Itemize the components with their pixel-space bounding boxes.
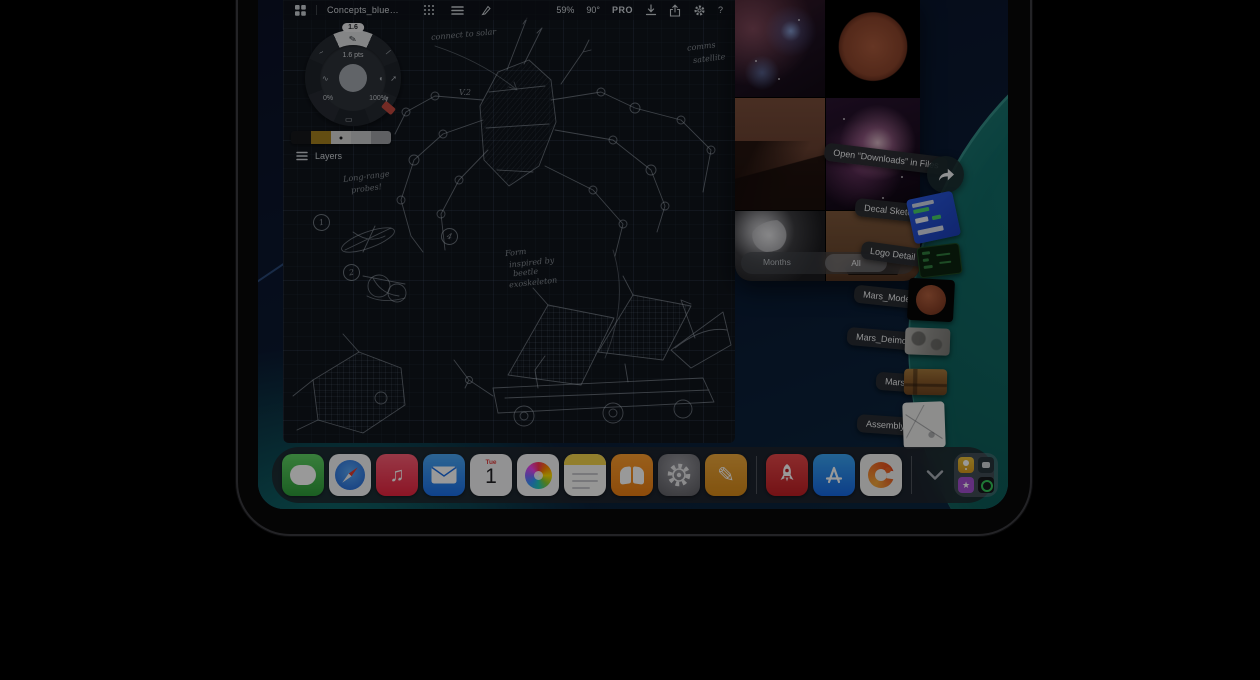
calendar-day: 1	[470, 465, 512, 489]
forward-share-button[interactable]	[927, 156, 964, 193]
drag-file-label[interactable]: Logo Detail	[860, 241, 925, 268]
app-store-a-icon	[823, 465, 845, 485]
dock-icon-rocket[interactable]	[766, 454, 808, 496]
envelope-icon	[431, 466, 457, 484]
mini-star-icon: ★	[958, 477, 974, 493]
drag-thumb-mars-deimos[interactable]	[905, 327, 951, 356]
dock-icon-safari[interactable]	[329, 454, 371, 496]
dock-icon-photos[interactable]	[517, 454, 559, 496]
page-background: connect to solar comms satellite V.2 Lon…	[0, 0, 1260, 680]
dock-icon-mail[interactable]	[423, 454, 465, 496]
dock-chevron-button[interactable]	[921, 454, 949, 496]
open-book-icon	[620, 467, 644, 484]
forward-arrow-icon	[937, 167, 955, 183]
music-note-icon: ♫	[376, 454, 418, 496]
dock-icon-messages[interactable]	[282, 454, 324, 496]
drag-thumb-mars-model[interactable]	[907, 278, 955, 322]
drag-thumb-assembly[interactable]	[902, 401, 946, 448]
dock-icon-books[interactable]	[611, 454, 653, 496]
dock-icon-calendar[interactable]: Tue 1	[470, 454, 512, 496]
dock-divider	[911, 456, 912, 494]
gear-icon	[665, 461, 693, 489]
dock-icon-drawing[interactable]: ✎	[705, 454, 747, 496]
photos-flower-icon	[525, 462, 552, 489]
dock-icon-music[interactable]: ♫	[376, 454, 418, 496]
dock-icon-app-store[interactable]	[813, 454, 855, 496]
orange-c-icon	[868, 462, 894, 488]
notes-header-band	[564, 454, 606, 465]
rocket-icon	[776, 463, 798, 487]
compass-icon	[335, 460, 365, 490]
drag-thumb-logo-detail[interactable]	[916, 242, 962, 278]
dock-icon-settings[interactable]	[658, 454, 700, 496]
drag-thumb-decal-sketches[interactable]	[906, 191, 961, 245]
mini-timer-icon	[978, 477, 994, 493]
mini-lightbulb-icon	[958, 457, 974, 473]
drag-thumb-mars[interactable]	[904, 369, 947, 396]
dock-icon-app-library[interactable]: ★	[954, 453, 998, 497]
dock-icon-creative[interactable]	[860, 454, 902, 496]
pen-icon: ✎	[705, 454, 747, 496]
ipad-screen: connect to solar comms satellite V.2 Lon…	[258, 0, 1008, 509]
drag-and-drop-layer: Open “Downloads” in Files Decal Sketches…	[258, 0, 1008, 509]
dock-icon-notes[interactable]	[564, 454, 606, 496]
chevron-down-icon	[926, 470, 944, 480]
dock: ♫ Tue 1	[272, 447, 994, 503]
mini-camera-icon	[978, 457, 994, 473]
dock-divider	[756, 456, 757, 494]
chat-bubble-icon	[290, 465, 316, 485]
